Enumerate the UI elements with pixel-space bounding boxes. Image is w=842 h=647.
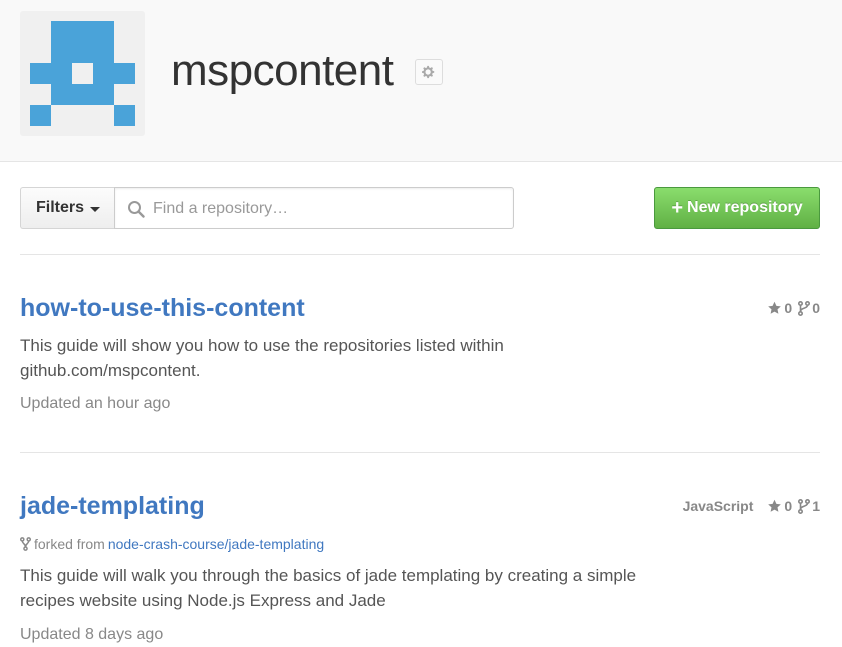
- caret-down-icon: [90, 206, 100, 212]
- forked-from-link[interactable]: node-crash-course/jade-templating: [108, 536, 324, 552]
- forks-count: 0: [812, 300, 820, 316]
- forks-count: 1: [812, 498, 820, 514]
- repo-stats: 0 0: [767, 300, 820, 316]
- stars-count: 0: [784, 498, 793, 514]
- description-line: recipes website using Node.js Express an…: [20, 591, 386, 610]
- search-box: [114, 187, 514, 229]
- repo-name-link[interactable]: jade-templating: [20, 490, 205, 522]
- repo-name-link[interactable]: how-to-use-this-content: [20, 292, 305, 324]
- repo-description: This guide will show you how to use the …: [20, 333, 720, 383]
- divider: [20, 254, 820, 255]
- filters-button[interactable]: Filters: [20, 187, 115, 229]
- identicon-icon: [30, 21, 135, 126]
- updated-time: Updated an hour ago: [20, 395, 171, 412]
- plus-icon: +: [671, 197, 684, 219]
- language-label: JavaScript: [682, 498, 754, 514]
- search-input[interactable]: [151, 189, 505, 229]
- settings-button[interactable]: [415, 59, 443, 85]
- forks-stat[interactable]: 1: [798, 498, 820, 514]
- stars-count: 0: [784, 300, 793, 316]
- description-line: This guide will walk you through the bas…: [20, 566, 637, 585]
- description-line: This guide will show you how to use the …: [20, 336, 504, 355]
- avatar[interactable]: [20, 11, 145, 136]
- repo-description: This guide will walk you through the bas…: [20, 563, 720, 613]
- gear-icon: [422, 65, 435, 79]
- new-repository-label: New repository: [687, 199, 803, 216]
- divider: [20, 452, 820, 453]
- stars-stat[interactable]: 0: [767, 300, 792, 316]
- repo-stats: JavaScript 0 1: [683, 498, 820, 514]
- fork-icon: [20, 537, 31, 551]
- star-icon: [768, 301, 782, 314]
- new-repository-button[interactable]: + New repository: [654, 187, 820, 229]
- description-line: github.com/mspcontent.: [20, 361, 201, 380]
- fork-icon: [798, 300, 811, 316]
- stars-stat[interactable]: 0: [767, 498, 792, 514]
- repo-toolbar: Filters + New repository: [20, 187, 820, 229]
- org-name: mspcontent: [171, 46, 394, 95]
- org-header: mspcontent: [0, 0, 842, 162]
- filters-label: Filters: [35, 199, 84, 216]
- star-icon: [768, 499, 782, 512]
- forked-from: forked from node-crash-course/jade-templ…: [20, 536, 324, 552]
- forks-stat[interactable]: 0: [798, 300, 820, 316]
- updated-time: Updated 8 days ago: [20, 626, 164, 643]
- search-icon: [128, 201, 145, 218]
- forked-from-label: forked from: [34, 536, 105, 552]
- fork-icon: [798, 498, 811, 514]
